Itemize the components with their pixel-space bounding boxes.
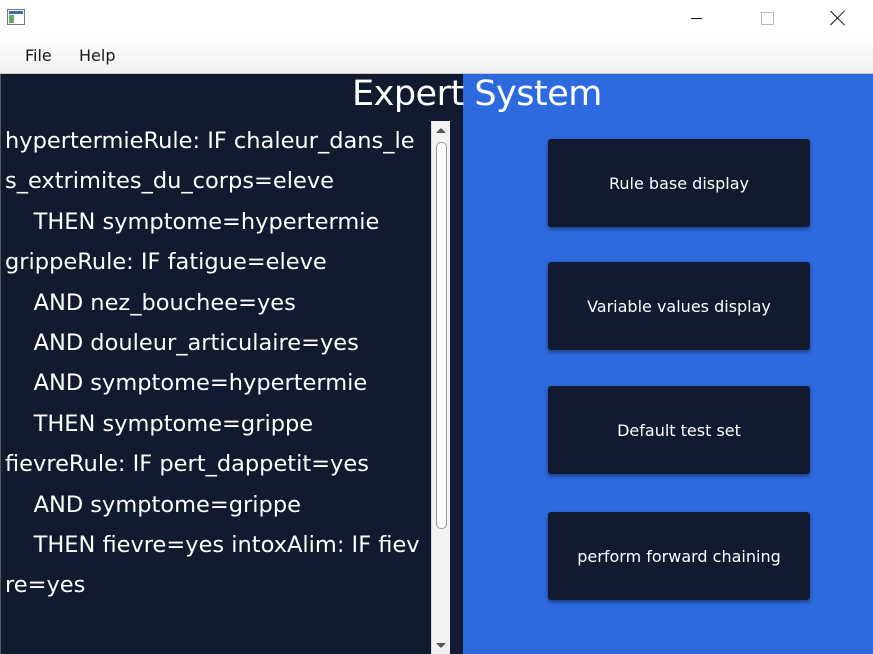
perform-forward-chaining-button[interactable]: perform forward chaining [548,512,810,600]
scroll-down-icon[interactable] [436,643,446,648]
scroll-thumb[interactable] [436,142,447,529]
menu-bar: File Help [0,38,873,74]
maximize-button[interactable] [744,0,790,36]
rules-scrollbar[interactable] [431,121,450,654]
close-icon [830,10,846,26]
minimize-button[interactable] [673,0,719,36]
minimize-icon [690,17,702,19]
variable-values-display-button[interactable]: Variable values display [548,262,810,350]
menu-help[interactable]: Help [79,46,115,65]
main-content: hypertermieRule: IF chaleur_dans_les_ext… [0,74,873,654]
rule-base-display-button[interactable]: Rule base display [548,139,810,227]
menu-file[interactable]: File [25,46,52,65]
rules-text-area[interactable]: hypertermieRule: IF chaleur_dans_les_ext… [5,121,425,654]
app-window: File Help hypertermieRule: IF chaleur_da… [0,0,873,654]
maximize-icon [760,11,774,25]
scroll-up-icon[interactable] [436,128,446,133]
page-title: Expert System [352,74,602,114]
default-test-set-button[interactable]: Default test set [548,386,810,474]
close-button[interactable] [815,0,861,36]
title-bar[interactable] [0,0,873,38]
app-icon [7,9,25,25]
rules-text: hypertermieRule: IF chaleur_dans_les_ext… [5,128,420,599]
rules-panel: hypertermieRule: IF chaleur_dans_les_ext… [0,74,463,654]
